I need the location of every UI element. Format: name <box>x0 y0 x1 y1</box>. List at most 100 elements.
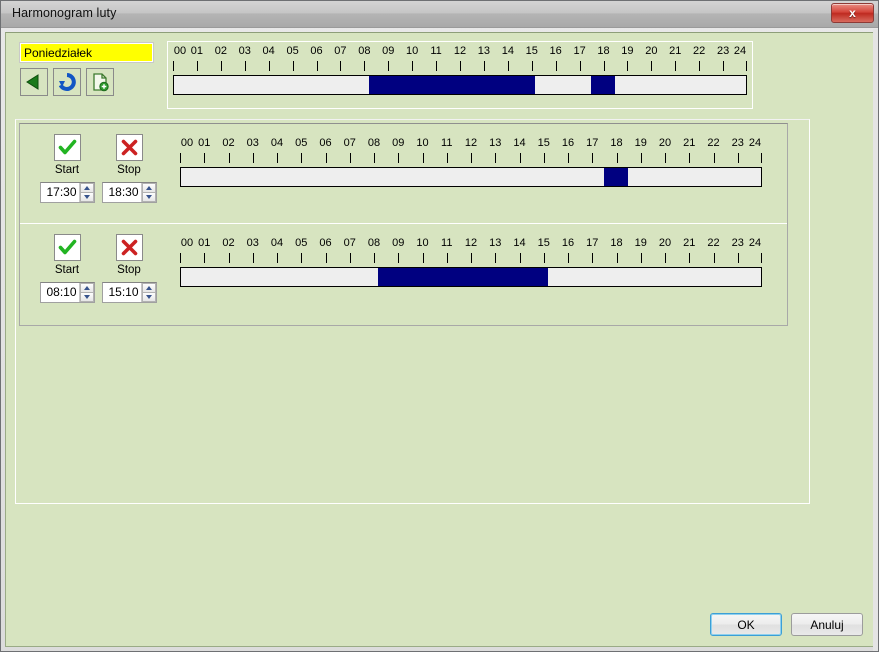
hour-label: 09 <box>382 45 395 57</box>
hour-label: 06 <box>310 45 323 57</box>
hour-tick <box>665 253 666 263</box>
row-start-spin-buttons <box>78 183 94 202</box>
active-segment <box>368 76 536 94</box>
hour-tick <box>374 153 375 163</box>
hour-label: 01 <box>190 45 204 57</box>
back-icon <box>24 72 44 92</box>
spin-down-icon[interactable] <box>141 292 156 302</box>
ok-button[interactable]: OK <box>710 613 782 636</box>
hour-label: 11 <box>441 137 453 149</box>
hour-label: 14 <box>501 45 514 57</box>
hour-label: 14 <box>513 137 526 149</box>
window-scrollbar[interactable] <box>873 29 878 651</box>
cross-icon[interactable] <box>115 134 143 161</box>
hour-tick <box>737 153 739 163</box>
hour-tick <box>268 61 270 71</box>
hour-tick <box>603 61 605 71</box>
hour-tick <box>616 153 618 163</box>
hour-tick <box>316 61 318 71</box>
hour-tick <box>543 253 545 263</box>
hour-label: 12 <box>464 137 478 149</box>
hour-tick <box>737 253 739 263</box>
row-bar[interactable] <box>180 267 762 287</box>
hour-tick <box>723 61 725 71</box>
cancel-button[interactable]: Anuluj <box>791 613 863 636</box>
row-start-time-stepper[interactable]: 17:30 <box>39 182 95 203</box>
hour-label: 05 <box>286 45 299 57</box>
hour-tick <box>640 153 642 163</box>
check-icon[interactable] <box>53 234 81 261</box>
hour-label: 11 <box>441 237 453 249</box>
row-stop-time-stepper[interactable]: 15:10 <box>101 282 157 303</box>
hour-tick <box>568 253 569 263</box>
spin-up-icon[interactable] <box>141 183 156 192</box>
active-segment <box>603 168 629 186</box>
hour-tick <box>471 153 472 163</box>
refresh-button[interactable] <box>53 68 81 96</box>
hour-label: 17 <box>586 137 599 149</box>
spin-up-icon[interactable] <box>79 183 94 192</box>
spin-down-icon[interactable] <box>141 192 156 202</box>
title-bar: Harmonogram luty x <box>1 1 878 28</box>
row-stop-time-value: 15:10 <box>108 285 139 299</box>
hour-label: 05 <box>295 237 308 249</box>
hour-label: 07 <box>343 237 356 249</box>
check-icon[interactable] <box>53 134 81 161</box>
hour-label: 04 <box>262 45 275 57</box>
hour-tick <box>531 61 533 71</box>
hour-label: 20 <box>658 137 672 149</box>
schedule-row: Start 17:30 Stop 18:30 00 01 02 03 04 05… <box>20 124 787 224</box>
hour-tick <box>555 61 557 71</box>
hour-tick <box>374 253 375 263</box>
close-icon[interactable]: x <box>831 3 874 23</box>
cross-icon[interactable] <box>115 234 143 261</box>
spin-down-icon[interactable] <box>79 292 94 302</box>
hour-label: 03 <box>246 137 259 149</box>
hour-tick <box>340 61 342 71</box>
hour-label: 01 <box>198 137 211 149</box>
hour-tick <box>665 153 666 163</box>
row-timeline: 00 01 02 03 04 05 06 07 08 09 10 11 12 13 14 15 16 17 18 19… <box>175 234 767 302</box>
row-start-time-stepper[interactable]: 08:10 <box>39 282 95 303</box>
back-button[interactable] <box>20 68 48 96</box>
hour-tick <box>398 153 400 163</box>
hour-tick <box>471 253 472 263</box>
toolbar <box>20 68 114 96</box>
spin-up-icon[interactable] <box>141 283 156 292</box>
hour-tick <box>277 253 278 263</box>
row-stop-time-stepper[interactable]: 18:30 <box>101 182 157 203</box>
row-stop-time-value: 18:30 <box>108 185 139 199</box>
hour-label: 03 <box>246 237 259 249</box>
row-start-group: Start 17:30 <box>36 134 98 203</box>
hour-label: 22 <box>693 45 706 57</box>
hour-tick <box>436 61 438 71</box>
hour-label: 13 <box>489 237 502 249</box>
hour-label: 02 <box>222 237 235 249</box>
hour-tick <box>543 153 545 163</box>
day-name-field[interactable]: Poniedziałek <box>19 42 154 63</box>
hour-label: 23 <box>716 45 730 57</box>
schedule-scroll-panel[interactable]: Start 17:30 Stop 18:30 00 01 02 03 04 05… <box>15 119 810 504</box>
row-bar[interactable] <box>180 167 762 187</box>
row-stop-spin-buttons <box>140 183 156 202</box>
hour-label: 08 <box>358 45 371 57</box>
active-segment <box>378 268 548 286</box>
hour-label: 21 <box>683 237 696 249</box>
spin-down-icon[interactable] <box>79 192 94 202</box>
spin-up-icon[interactable] <box>79 283 94 292</box>
hour-label: 13 <box>477 45 491 57</box>
hour-label: 14 <box>513 237 526 249</box>
hour-tick <box>349 253 351 263</box>
summary-bar[interactable] <box>173 75 747 95</box>
dialog-buttons: OK Anuluj <box>710 613 863 636</box>
add-document-button[interactable] <box>86 68 114 96</box>
hour-label: 19 <box>621 45 634 57</box>
client-area: Poniedziałek 00 01 02 03 04 05 06 07 08 … <box>5 32 874 647</box>
hour-tick <box>220 61 222 71</box>
hour-label: 15 <box>537 237 550 249</box>
hour-label: 12 <box>453 45 467 57</box>
hour-tick <box>325 153 327 163</box>
row-start-time-value: 08:10 <box>46 285 77 299</box>
hour-label: 06 <box>319 237 332 249</box>
hour-label: 17 <box>586 237 599 249</box>
